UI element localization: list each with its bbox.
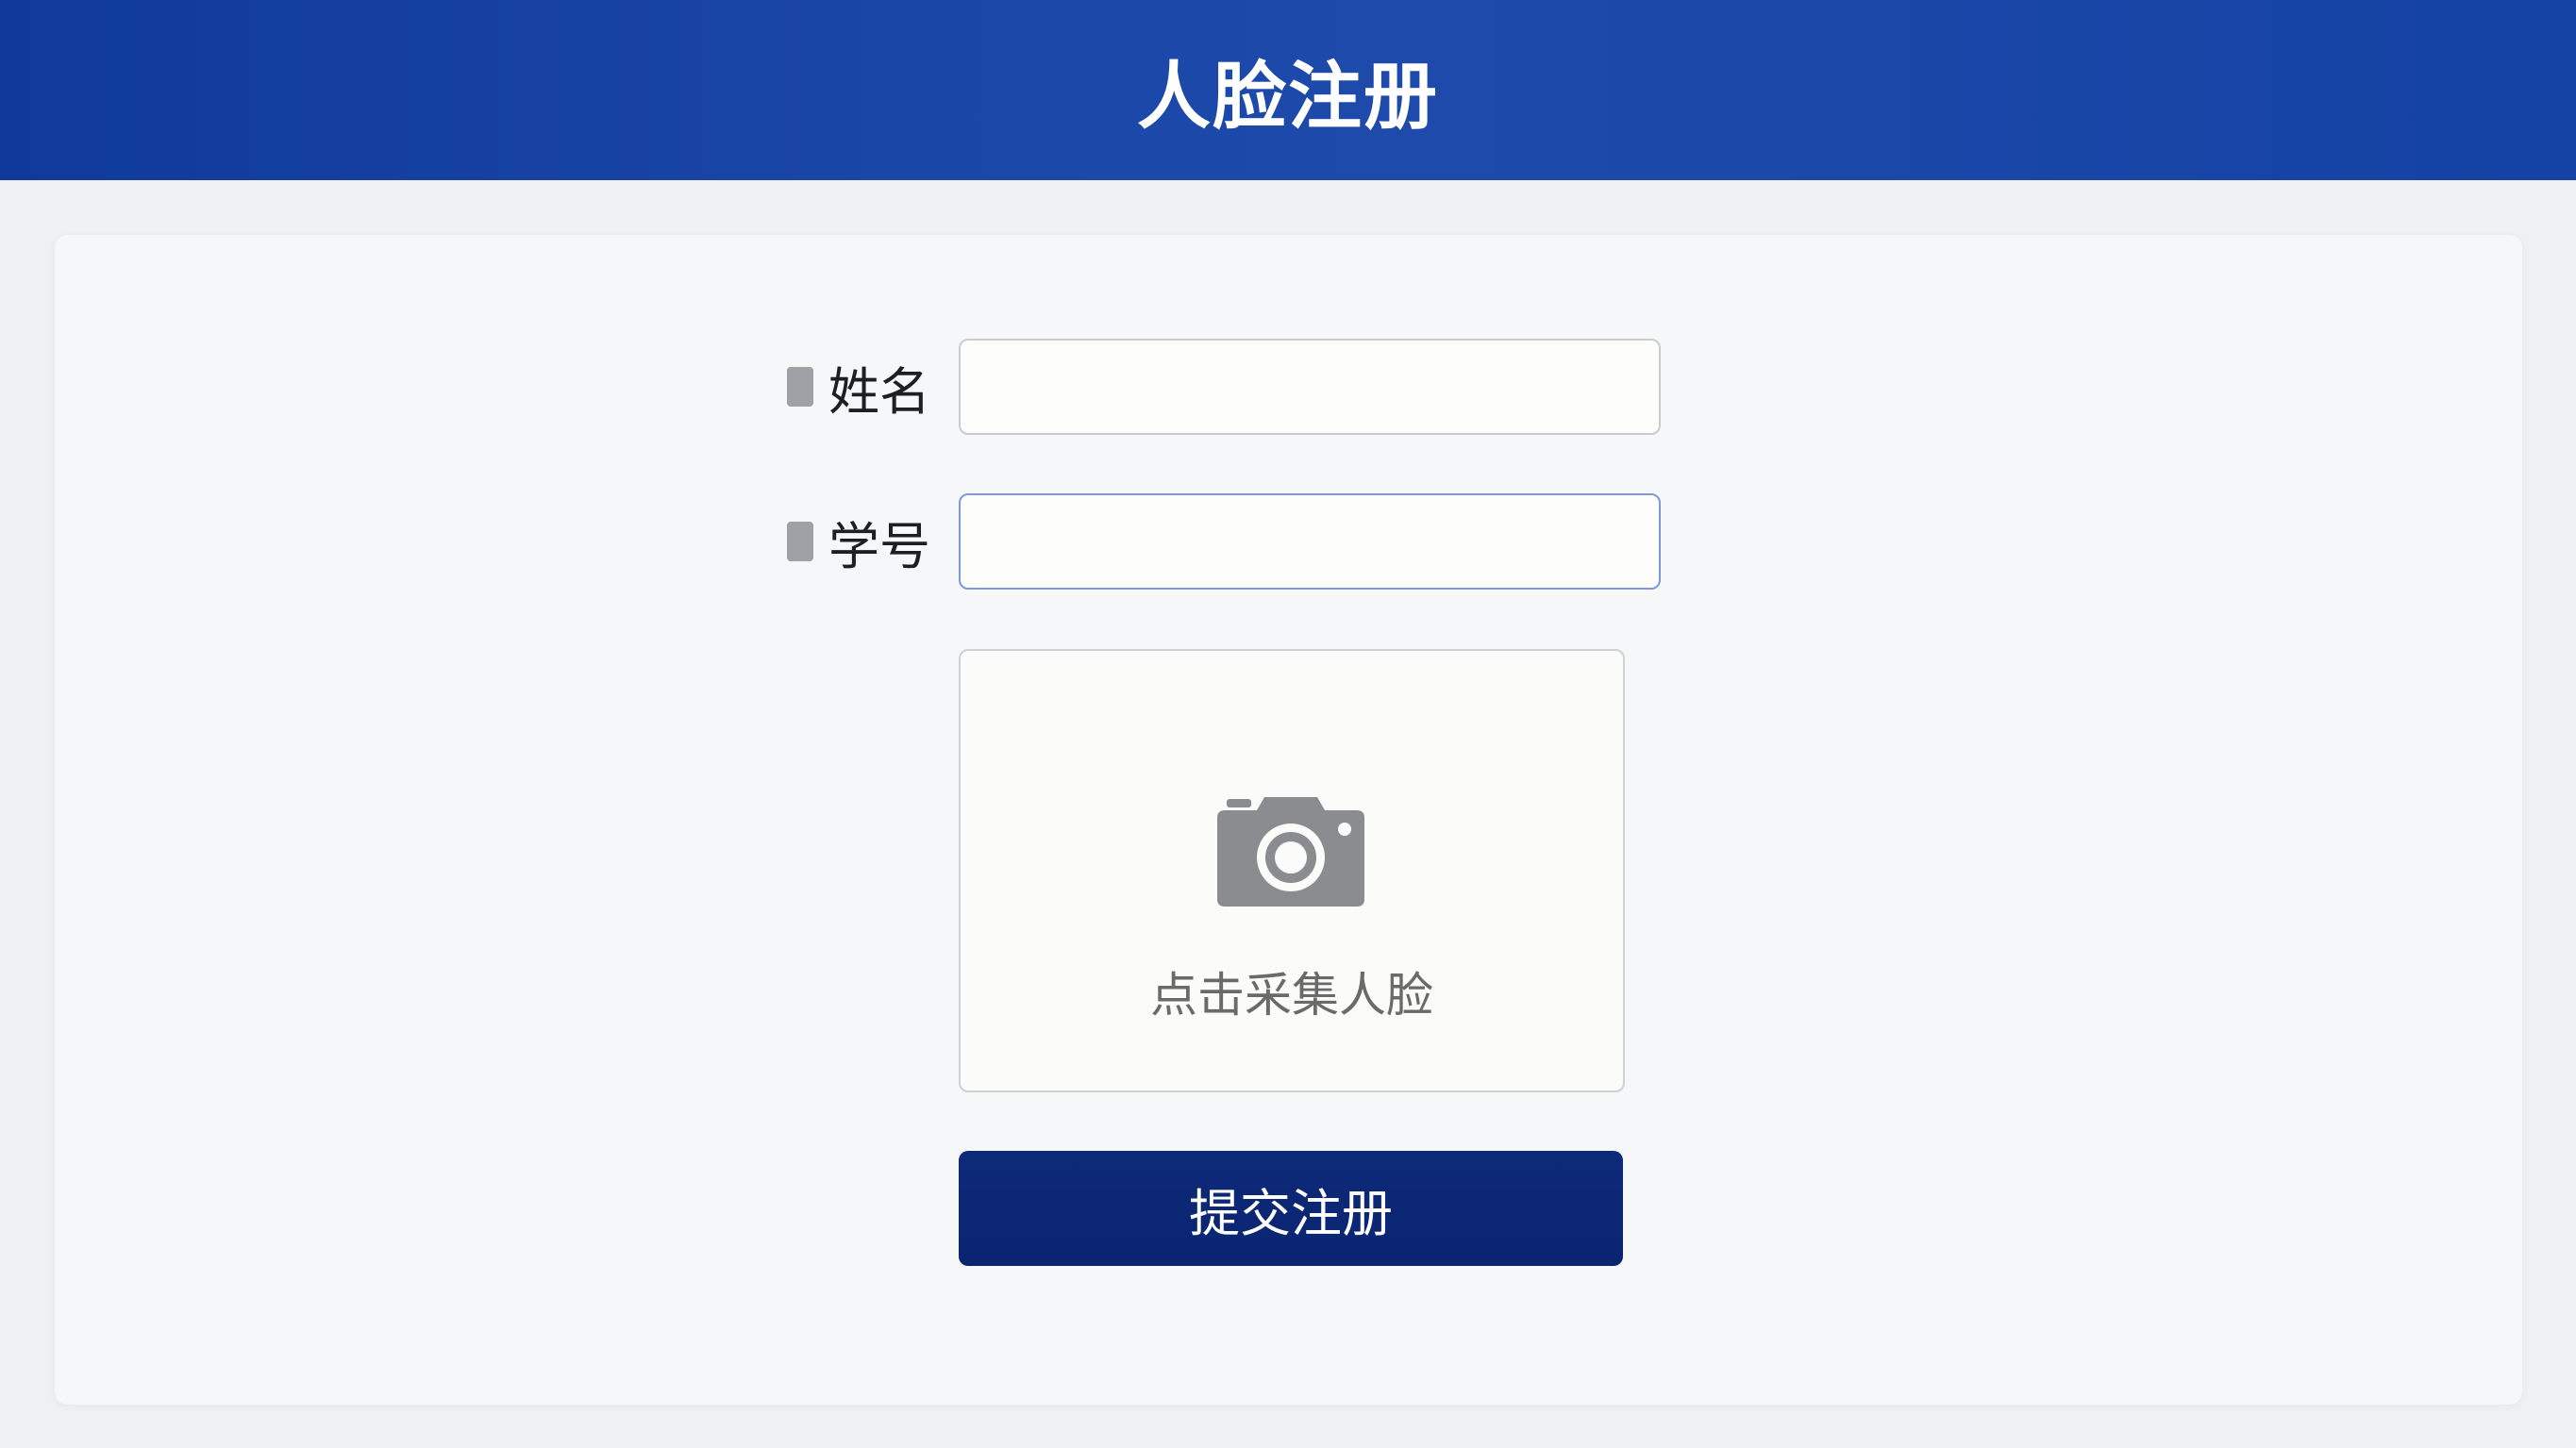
student-id-label-group: 学号 <box>787 493 930 590</box>
camera-icon <box>1217 797 1364 907</box>
page-header: 人脸注册 <box>0 0 2576 180</box>
student-id-input[interactable] <box>959 493 1661 590</box>
required-marker-icon <box>787 367 813 407</box>
student-id-label: 学号 <box>828 516 930 576</box>
face-capture-area[interactable]: 点击采集人脸 <box>959 649 1625 1092</box>
page-title: 人脸注册 <box>1136 54 1439 140</box>
name-label: 姓名 <box>828 361 930 422</box>
capture-face-label: 点击采集人脸 <box>1150 968 1433 1023</box>
name-label-group: 姓名 <box>787 339 930 435</box>
required-marker-icon <box>787 522 813 561</box>
submit-registration-button[interactable]: 提交注册 <box>959 1151 1623 1266</box>
name-input[interactable] <box>959 339 1661 435</box>
